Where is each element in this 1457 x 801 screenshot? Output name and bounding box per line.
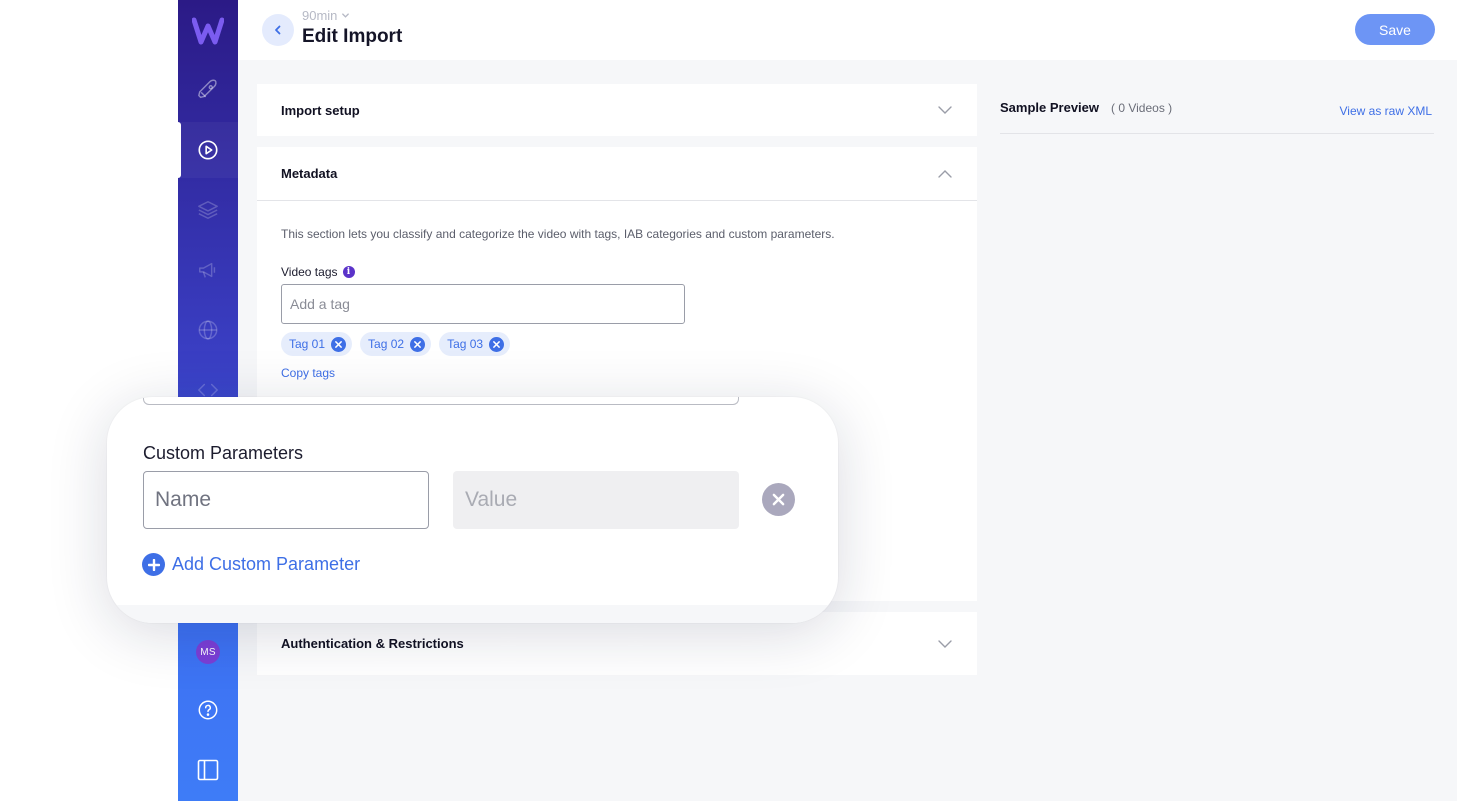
tag-chip: Tag 02	[360, 332, 432, 356]
rocket-icon	[198, 79, 217, 99]
chevron-left-icon	[275, 25, 281, 35]
tag-chip-label: Tag 02	[368, 337, 405, 351]
breadcrumb[interactable]: 90min	[302, 8, 350, 23]
auth-title: Authentication & Restrictions	[281, 636, 464, 651]
sidebar-item-toggle-panel[interactable]	[178, 742, 238, 798]
chevron-down-icon	[938, 639, 952, 648]
sidebar-item-layers[interactable]	[178, 182, 238, 238]
chevron-down-icon	[342, 13, 350, 18]
metadata-description: This section lets you classify and categ…	[281, 227, 835, 241]
plus-icon	[142, 553, 165, 576]
import-setup-title: Import setup	[281, 102, 360, 118]
close-icon	[335, 340, 342, 348]
tag-input[interactable]	[281, 284, 685, 324]
copy-tags-link[interactable]: Copy tags	[281, 366, 335, 380]
video-tags-label: Video tags i	[281, 265, 355, 279]
sidebar-item-campaigns[interactable]	[178, 242, 238, 298]
param-name-input[interactable]	[143, 471, 429, 529]
video-tags-label-text: Video tags	[281, 265, 338, 279]
globe-icon	[198, 320, 218, 340]
info-icon[interactable]: i	[342, 266, 355, 278]
custom-parameters-callout: Custom Parameters Add Custom Parameter	[107, 397, 838, 623]
play-circle-icon	[198, 140, 218, 160]
metadata-header[interactable]: Metadata	[257, 147, 977, 201]
sample-preview-header: Sample Preview ( 0 Videos ) View as raw …	[1000, 84, 1434, 134]
close-icon	[493, 340, 501, 348]
help-circle-icon	[198, 700, 218, 720]
megaphone-icon	[199, 262, 216, 278]
page-header: 90min Edit Import Save	[238, 0, 1457, 60]
avatar[interactable]: MS	[196, 640, 220, 664]
page-title: Edit Import	[302, 26, 403, 47]
tag-chip-label: Tag 01	[289, 337, 326, 351]
custom-parameters-label: Custom Parameters	[143, 443, 304, 463]
tag-list: Tag 01 Tag 02 Tag 03	[281, 332, 518, 356]
metadata-title: Metadata	[281, 166, 338, 181]
back-button[interactable]	[262, 14, 294, 46]
callout-footer	[107, 605, 838, 623]
sample-preview-title: Sample Preview	[1000, 100, 1099, 115]
param-value-input[interactable]	[453, 471, 739, 529]
add-custom-parameter-button[interactable]: Add Custom Parameter	[142, 553, 360, 576]
sidebar-item-web[interactable]	[178, 302, 238, 358]
app-logo[interactable]	[191, 16, 225, 46]
sidebar-item-launch[interactable]	[178, 62, 238, 118]
field-edge	[143, 397, 739, 405]
remove-tag-button[interactable]	[331, 336, 347, 352]
remove-tag-button[interactable]	[489, 336, 505, 352]
sidebar-item-videos[interactable]	[177, 122, 238, 178]
chevron-down-icon	[938, 106, 952, 114]
remove-tag-button[interactable]	[410, 336, 426, 352]
breadcrumb-label: 90min	[302, 8, 338, 23]
tag-chip: Tag 03	[439, 332, 511, 356]
logo-icon	[191, 17, 225, 45]
layers-icon	[198, 201, 218, 219]
import-setup-section: Import setup	[257, 84, 977, 136]
video-count: ( 0 Videos )	[1111, 101, 1173, 115]
close-icon	[772, 493, 785, 506]
panel-icon	[197, 759, 219, 781]
tag-chip-label: Tag 03	[447, 337, 484, 351]
save-button[interactable]: Save	[1355, 14, 1435, 45]
sidebar-item-help[interactable]	[178, 682, 238, 738]
import-setup-header[interactable]: Import setup	[257, 84, 977, 136]
sample-preview-panel: Sample Preview ( 0 Videos ) View as raw …	[1000, 84, 1434, 134]
close-icon	[414, 340, 421, 348]
chevron-up-icon	[938, 169, 952, 178]
remove-param-button[interactable]	[762, 483, 795, 516]
view-raw-xml-link[interactable]: View as raw XML	[1340, 104, 1432, 118]
add-custom-parameter-label: Add Custom Parameter	[172, 554, 361, 574]
tag-chip: Tag 01	[281, 332, 353, 356]
